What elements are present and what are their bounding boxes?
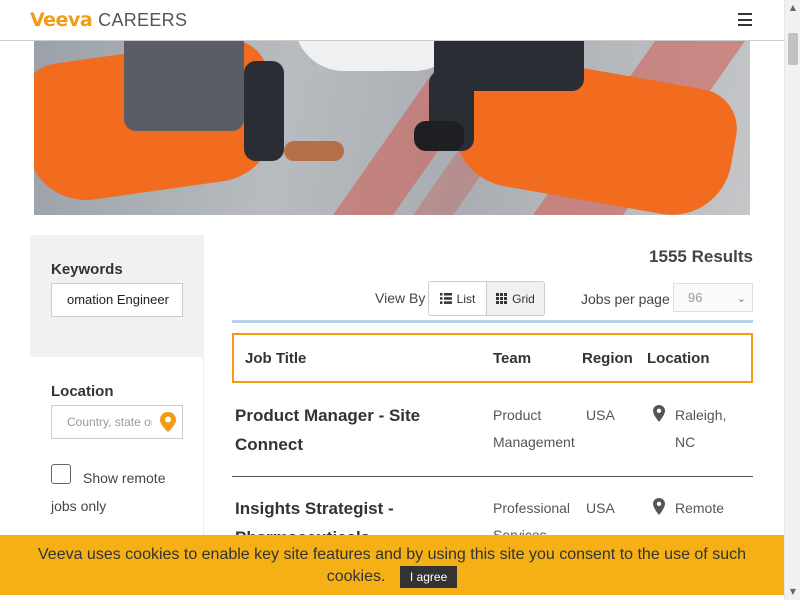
jobs-per-page-label: Jobs per page: [581, 291, 670, 307]
jobs-per-page-select[interactable]: 96 ⌄: [673, 283, 753, 312]
view-toggle: List Grid: [428, 281, 545, 316]
remote-label-line2: jobs only: [51, 498, 107, 514]
logo-brand: Veeva: [30, 9, 93, 31]
location-pin-icon: [653, 405, 665, 422]
view-list-label: List: [456, 291, 476, 306]
list-icon: [439, 293, 452, 304]
location-pin-icon: [653, 498, 665, 515]
location-input[interactable]: Country, state or city: [52, 406, 152, 438]
job-region: USA: [586, 407, 615, 423]
job-location: Remote: [675, 500, 725, 516]
logo-section: CAREERS: [98, 10, 188, 30]
view-by-label: View By: [375, 290, 426, 306]
view-list-button[interactable]: List: [429, 282, 486, 315]
cookie-consent-banner: Veeva uses cookies to enable key site fe…: [0, 535, 784, 595]
view-grid-label: Grid: [512, 291, 535, 306]
grid-icon: [496, 293, 508, 304]
header-job-title[interactable]: Job Title: [245, 350, 306, 367]
agree-button[interactable]: I agree: [399, 566, 458, 588]
results-divider: [232, 320, 753, 323]
header-team[interactable]: Team: [493, 350, 531, 367]
job-region: USA: [586, 500, 615, 516]
page-bottom-strip: [0, 595, 784, 600]
keywords-label: Keywords: [51, 261, 123, 278]
scroll-up-arrow-icon[interactable]: ▲: [785, 0, 800, 16]
location-input-wrapper[interactable]: Country, state or city: [51, 405, 183, 439]
hamburger-menu-icon[interactable]: [738, 13, 752, 26]
view-grid-button[interactable]: Grid: [486, 282, 544, 315]
scroll-down-arrow-icon[interactable]: ▼: [785, 584, 800, 600]
chevron-down-icon: ⌄: [736, 292, 746, 305]
header-location[interactable]: Location: [647, 350, 710, 367]
job-team: Product Management: [493, 407, 575, 450]
site-header: Veeva CAREERS: [0, 0, 784, 41]
header-region[interactable]: Region: [582, 350, 633, 367]
veeva-careers-logo[interactable]: Veeva CAREERS: [30, 9, 187, 31]
keywords-input[interactable]: omation Engineer: [51, 283, 183, 317]
results-count: 1555 Results: [649, 247, 753, 266]
cookie-message: Veeva uses cookies to enable key site fe…: [38, 546, 746, 586]
remote-only-checkbox[interactable]: [51, 464, 71, 484]
scroll-thumb[interactable]: [788, 33, 798, 65]
location-label: Location: [51, 383, 114, 400]
table-header: Job Title Team Region Location: [232, 333, 753, 383]
page-scrollbar[interactable]: ▲ ▼: [784, 0, 800, 600]
jobs-per-page-value: 96: [688, 290, 703, 305]
row-separator: [232, 476, 753, 477]
keywords-section: Keywords omation Engineer: [30, 235, 204, 357]
map-pin-icon[interactable]: [160, 412, 176, 432]
cookie-message-wrap: Veeva uses cookies to enable key site fe…: [0, 535, 784, 588]
job-title-link[interactable]: Product Manager - Site Connect: [235, 401, 465, 459]
hero-image: [34, 41, 750, 215]
job-location: Raleigh, NC: [675, 407, 727, 450]
